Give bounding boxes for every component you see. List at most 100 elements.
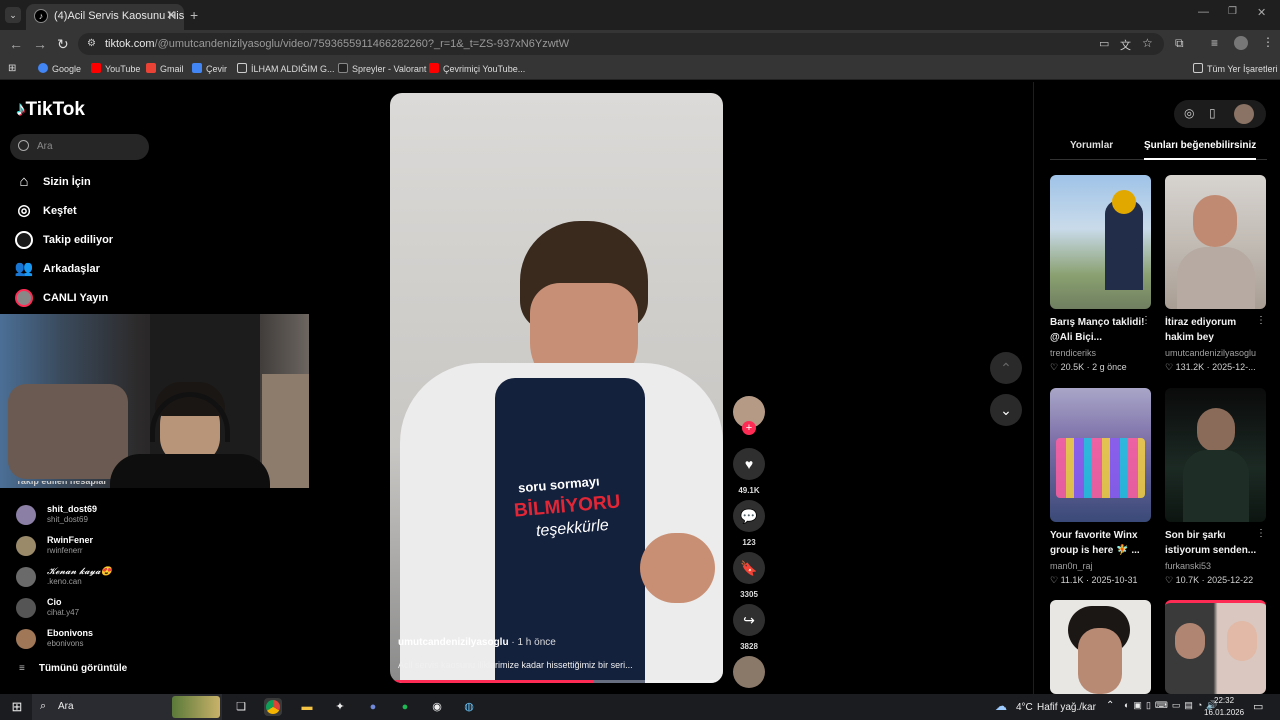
video-thumbnail [1050,600,1151,694]
comment-icon: 💬 [733,500,765,532]
media-icon[interactable]: ≡ [1211,36,1218,50]
bookmark-online-youtube[interactable]: Çevrimiçi YouTube... [429,63,525,74]
file-explorer-icon[interactable]: ▬ [298,698,316,716]
avatar [16,505,36,525]
profile-avatar[interactable] [1234,104,1254,124]
tab-active[interactable]: ♪ (4)Acil Servis Kaosunu Hissetme ✕ [26,4,184,30]
heart-outline-icon: ♡ [1165,362,1174,372]
bookmark-valorant[interactable]: Spreyler - Valorant [338,63,426,74]
tab-search-button[interactable]: ⌄ [5,7,21,23]
account-item[interactable]: 𝓚𝓮𝓷𝓪𝓷 𝓴𝓪𝔂𝓪😍 .keno.can [16,565,166,593]
account-item[interactable]: RwinFener rwinfenerr [16,534,166,562]
star-icon[interactable]: ☆ [1142,36,1153,50]
tray-chevron-icon[interactable]: ⌃ [1106,700,1114,711]
tab-suggestions[interactable]: Şunları beğenebilirsiniz [1144,140,1256,151]
spotify-icon[interactable]: ● [396,698,414,716]
app-icon[interactable]: ✦ [331,698,349,716]
bookmark-folder[interactable]: İLHAM ALDIĞIM G... [237,63,335,74]
save-button[interactable]: 🔖 3305 [733,552,765,599]
device-icon[interactable]: ▯ [1209,106,1216,120]
obs-icon[interactable]: ◉ [428,698,446,716]
tiktok-logo[interactable]: ♪TikTok [16,99,85,121]
share-button[interactable]: ↪ 3828 [733,604,765,651]
list-icon: ≡ [19,663,25,674]
comment-button[interactable]: 💬 123 [733,500,765,547]
taskbar-search[interactable]: ⌕ Ara [32,694,222,720]
clock-time: 22:32 [1214,696,1235,705]
apps-grid-icon[interactable]: ⊞ [8,63,16,74]
more-options-icon[interactable]: ⋮ [1256,528,1266,539]
url-bar[interactable]: ⚙ tiktok.com/@umutcandenizilyasoglu/vide… [78,33,1164,55]
previous-video-button[interactable]: ⌃ [990,352,1022,384]
suggested-video-card[interactable]: İtiraz ediyorum hakim bey umutcandenizil… [1165,175,1266,373]
search-input[interactable]: Ara [10,134,149,160]
reload-icon[interactable]: ↻ [57,36,69,53]
share-icon: ↪ [733,604,765,636]
sound-avatar-button[interactable] [733,656,765,688]
account-item[interactable]: shit_dost69 shit_dost69 [16,503,166,531]
weather-temp: 4°C [1016,702,1033,713]
minimize-button[interactable]: — [1198,6,1209,18]
explore-icon[interactable]: ◎ [1184,106,1194,120]
tab-comments[interactable]: Yorumlar [1070,140,1113,151]
more-options-icon[interactable]: ⋮ [1141,315,1151,326]
nav-explore[interactable]: ◎ Keşfet [14,202,164,222]
restore-button[interactable]: ❐ [1228,6,1237,17]
windows-start-icon[interactable]: ⊞ [8,698,26,716]
follow-plus-icon[interactable]: + [742,421,756,435]
video-player[interactable]: soru sormayı BİLMİYORU teşekkürle umutca… [390,93,723,683]
search-icon [18,140,29,151]
steam-icon[interactable]: ◍ [460,698,478,716]
bookmark-gmail[interactable]: Gmail [146,63,184,74]
notification-icon[interactable]: ▭ [1253,700,1263,713]
extensions-icon[interactable]: ⧉ [1175,36,1184,51]
next-video-button[interactable]: ⌄ [990,394,1022,426]
back-arrow-icon[interactable]: ← [9,36,23,52]
tiktok-favicon-icon: ♪ [34,9,48,23]
see-all-button[interactable]: ≡ Tümünü görüntüle [19,663,127,674]
suggested-video-card[interactable]: Barış Manço taklidi! @Ali Biçi... trendi… [1050,175,1151,373]
more-options-icon[interactable]: ⋮ [1256,315,1266,326]
heart-outline-icon: ♡ [1050,575,1059,585]
account-item[interactable]: Ebonivons ebonivons [16,627,166,655]
cast-icon[interactable]: ▭ [1099,37,1109,50]
forward-arrow-icon[interactable]: → [33,36,47,52]
nav-friends[interactable]: 👥 Arkadaşlar [14,260,164,280]
video-progress-fill [390,680,594,683]
account-item[interactable]: Cio cihat.y47 [16,596,166,624]
webcam-sofa [8,384,128,479]
suggested-video-card[interactable] [1050,600,1151,694]
nav-following[interactable]: Takip ediliyor [14,231,164,251]
task-view-icon[interactable]: ❏ [232,698,250,716]
suggested-video-card[interactable]: Son bir şarkı istiyorum senden... furkan… [1165,388,1266,586]
all-bookmarks[interactable]: Tüm Yer İşaretleri [1193,63,1278,74]
bookmark-icon: 🔖 [733,552,765,584]
translate-icon[interactable]: 文 [1120,37,1131,53]
discord-icon[interactable]: ● [364,698,382,716]
weather-icon[interactable]: ☁ [995,699,1007,713]
creator-avatar-button[interactable]: + [733,396,765,435]
nav-for-you[interactable]: ⌂ Sizin İçin [14,173,164,193]
bookmark-google[interactable]: Google [38,63,81,74]
chrome-icon[interactable] [264,698,282,716]
suggested-video-card[interactable] [1165,600,1266,694]
browser-menu-icon[interactable]: ⋮ [1262,35,1274,49]
video-thumbnail [1165,600,1266,694]
video-author[interactable]: umutcandenizilyasoglu · 1 h önce [398,637,556,648]
site-info-icon[interactable]: ⚙ [87,38,96,49]
suggested-video-card[interactable]: Your favorite Winx group is here 🧚 ... m… [1050,388,1151,586]
bookmark-youtube[interactable]: YouTube [91,63,140,74]
video-thumbnail [1165,388,1266,522]
bookmark-translate[interactable]: Çevir [192,63,227,74]
url-domain: tiktok.com [105,38,155,50]
search-highlight-image [172,696,220,718]
close-window-button[interactable]: ✕ [1257,6,1266,19]
followed-accounts-header: Takip edilen hesaplar [16,481,107,486]
tab-close-icon[interactable]: ✕ [166,8,176,22]
new-tab-button[interactable]: + [190,7,198,23]
compass-icon: ◎ [17,202,31,219]
video-progress-bar[interactable] [390,680,723,683]
nav-live[interactable]: CANLI Yayın [14,289,164,309]
profile-icon[interactable] [1234,36,1248,50]
like-button[interactable]: ♥ 49.1K [733,448,765,495]
